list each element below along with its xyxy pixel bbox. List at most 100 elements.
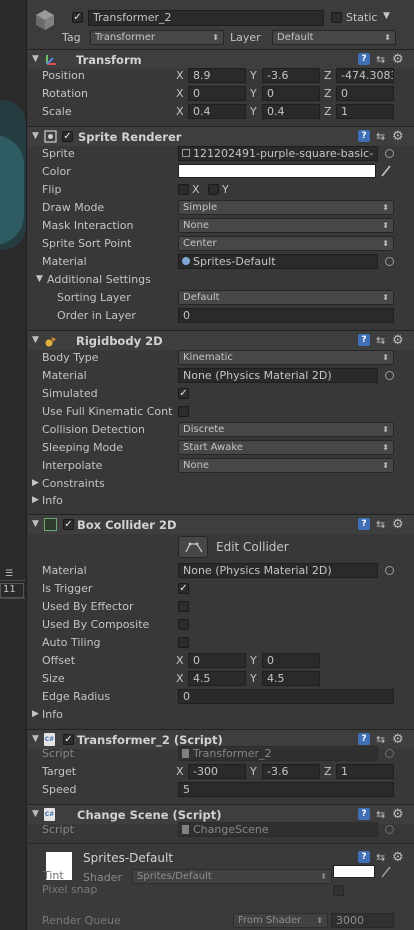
preset-icon[interactable]: ⇆ (376, 851, 385, 864)
auto-tiling-checkbox[interactable] (178, 637, 189, 648)
help-icon[interactable]: ? (358, 808, 370, 820)
gear-icon[interactable]: ⚙ (392, 129, 404, 144)
scale-z-field[interactable]: 1 (336, 104, 394, 119)
composite-checkbox[interactable] (178, 619, 189, 630)
render-queue-dropdown[interactable]: From Shader ⬍ (233, 913, 328, 928)
collision-dropdown[interactable]: Discrete ⬍ (178, 422, 394, 437)
sorting-layer-dropdown[interactable]: Default ⬍ (178, 290, 394, 305)
help-icon[interactable]: ? (358, 53, 370, 65)
speed-field[interactable]: 5 (178, 782, 394, 797)
static-checkbox[interactable] (331, 12, 342, 23)
preset-icon[interactable]: ⇆ (376, 808, 385, 821)
gear-icon[interactable]: ⚙ (392, 52, 404, 67)
mask-interaction-dropdown[interactable]: None ⬍ (178, 218, 394, 233)
sort-point-dropdown[interactable]: Center ⬍ (178, 236, 394, 251)
target-x-field[interactable]: -300 (188, 764, 246, 779)
fold-arrow-icon[interactable]: ▼ (32, 809, 39, 819)
box-collider-header[interactable]: ▼ ✓ Box Collider 2D ? ⇆ ⚙ (28, 514, 414, 534)
enabled-checkbox[interactable]: ✓ (63, 734, 74, 745)
interpolate-dropdown[interactable]: None ⬍ (178, 458, 394, 473)
bc-material-field[interactable]: None (Physics Material 2D) (178, 563, 378, 578)
strip-menu-icon[interactable]: ☰ (5, 569, 13, 579)
rb-material-field[interactable]: None (Physics Material 2D) (178, 368, 378, 383)
help-icon[interactable]: ? (358, 851, 370, 863)
position-x-field[interactable]: 8.9 (188, 68, 246, 83)
eyedropper-icon[interactable] (380, 865, 392, 878)
effector-checkbox[interactable] (178, 601, 189, 612)
eyedropper-icon[interactable] (380, 164, 392, 177)
size-y-field[interactable]: 4.5 (262, 671, 320, 686)
target-z-field[interactable]: 1 (336, 764, 394, 779)
sprite-object-field[interactable]: 121202491-purple-square-basic- (178, 146, 378, 161)
rigidbody-header[interactable]: ▼ Rigidbody 2D ? ⇆ ⚙ (28, 330, 414, 350)
flip-y-checkbox[interactable] (208, 184, 219, 195)
material-object-field[interactable]: Sprites-Default (178, 254, 378, 269)
body-type-dropdown[interactable]: Kinematic ⬍ (178, 350, 394, 365)
rotation-y-field[interactable]: 0 (262, 86, 320, 101)
enabled-checkbox[interactable]: ✓ (62, 131, 73, 142)
preset-icon[interactable]: ⇆ (376, 130, 385, 143)
fold-arrow-icon[interactable]: ▼ (36, 274, 43, 284)
help-icon[interactable]: ? (358, 518, 370, 530)
offset-x-field[interactable]: 0 (188, 653, 246, 668)
gear-icon[interactable]: ⚙ (392, 517, 404, 532)
rotation-z-field[interactable]: 0 (336, 86, 394, 101)
draw-mode-dropdown[interactable]: Simple ⬍ (178, 200, 394, 215)
fold-arrow-right-icon[interactable]: ▶ (32, 495, 39, 505)
help-icon[interactable]: ? (358, 130, 370, 142)
object-picker-icon[interactable] (385, 371, 394, 380)
shader-dropdown[interactable]: Sprites/Default ⬍ (132, 869, 332, 884)
gear-icon[interactable]: ⚙ (392, 333, 404, 348)
additional-settings-row[interactable]: ▼ Additional Settings (28, 271, 414, 289)
pixel-snap-checkbox[interactable] (333, 885, 344, 896)
transform-header[interactable]: ▼ Transform ? ⇆ ⚙ (28, 49, 414, 69)
fold-arrow-right-icon[interactable]: ▶ (32, 709, 39, 719)
target-y-field[interactable]: -3.6 (262, 764, 320, 779)
sleeping-dropdown[interactable]: Start Awake ⬍ (178, 440, 394, 455)
rotation-x-field[interactable]: 0 (188, 86, 246, 101)
offset-y-field[interactable]: 0 (262, 653, 320, 668)
constraints-row[interactable]: ▶ Constraints (28, 475, 414, 493)
position-z-field[interactable]: -474.3083 (336, 68, 394, 83)
edit-collider-button[interactable] (178, 536, 208, 558)
is-trigger-checkbox[interactable]: ✓ (178, 583, 189, 594)
tint-color-swatch[interactable] (333, 865, 375, 878)
preset-icon[interactable]: ⇆ (376, 53, 385, 66)
scale-y-field[interactable]: 0.4 (262, 104, 320, 119)
static-dropdown-icon[interactable]: ▼ (383, 11, 390, 21)
object-picker-icon[interactable] (385, 257, 394, 266)
bc-info-row[interactable]: ▶ Info (28, 706, 414, 724)
fold-arrow-icon[interactable]: ▼ (32, 734, 39, 744)
preset-icon[interactable]: ⇆ (376, 518, 385, 531)
fold-arrow-icon[interactable]: ▼ (32, 519, 39, 529)
tag-dropdown[interactable]: Transformer ⬍ (90, 30, 224, 45)
fold-arrow-icon[interactable]: ▼ (32, 131, 39, 141)
help-icon[interactable]: ? (358, 334, 370, 346)
color-swatch[interactable] (178, 164, 376, 178)
layer-dropdown[interactable]: Default ⬍ (272, 30, 396, 45)
position-y-field[interactable]: -3.6 (262, 68, 320, 83)
enabled-checkbox[interactable]: ✓ (63, 519, 74, 530)
object-picker-icon[interactable] (385, 149, 394, 158)
fold-arrow-icon[interactable]: ▼ (32, 335, 39, 345)
object-picker-icon[interactable] (385, 566, 394, 575)
rb-info-row[interactable]: ▶ Info (28, 492, 414, 510)
simulated-checkbox[interactable]: ✓ (178, 388, 189, 399)
order-in-layer-field[interactable]: 0 (178, 308, 394, 323)
edge-radius-field[interactable]: 0 (178, 689, 394, 704)
size-x-field[interactable]: 4.5 (188, 671, 246, 686)
gear-icon[interactable]: ⚙ (392, 807, 404, 822)
fold-arrow-right-icon[interactable]: ▶ (32, 478, 39, 488)
flip-x-checkbox[interactable] (178, 184, 189, 195)
active-checkbox[interactable]: ✓ (72, 12, 83, 23)
render-queue-field[interactable]: 3000 (331, 913, 394, 928)
gear-icon[interactable]: ⚙ (392, 850, 404, 865)
scale-x-field[interactable]: 0.4 (188, 104, 246, 119)
preset-icon[interactable]: ⇆ (376, 334, 385, 347)
strip-value-field[interactable]: 11 (0, 583, 24, 598)
help-icon[interactable]: ? (358, 733, 370, 745)
object-name-field[interactable]: Transformer_2 (88, 10, 324, 26)
full-kinematic-checkbox[interactable] (178, 406, 189, 417)
fold-arrow-icon[interactable]: ▼ (32, 54, 39, 64)
sprite-renderer-header[interactable]: ▼ ✓ Sprite Renderer ? ⇆ ⚙ (28, 126, 414, 146)
